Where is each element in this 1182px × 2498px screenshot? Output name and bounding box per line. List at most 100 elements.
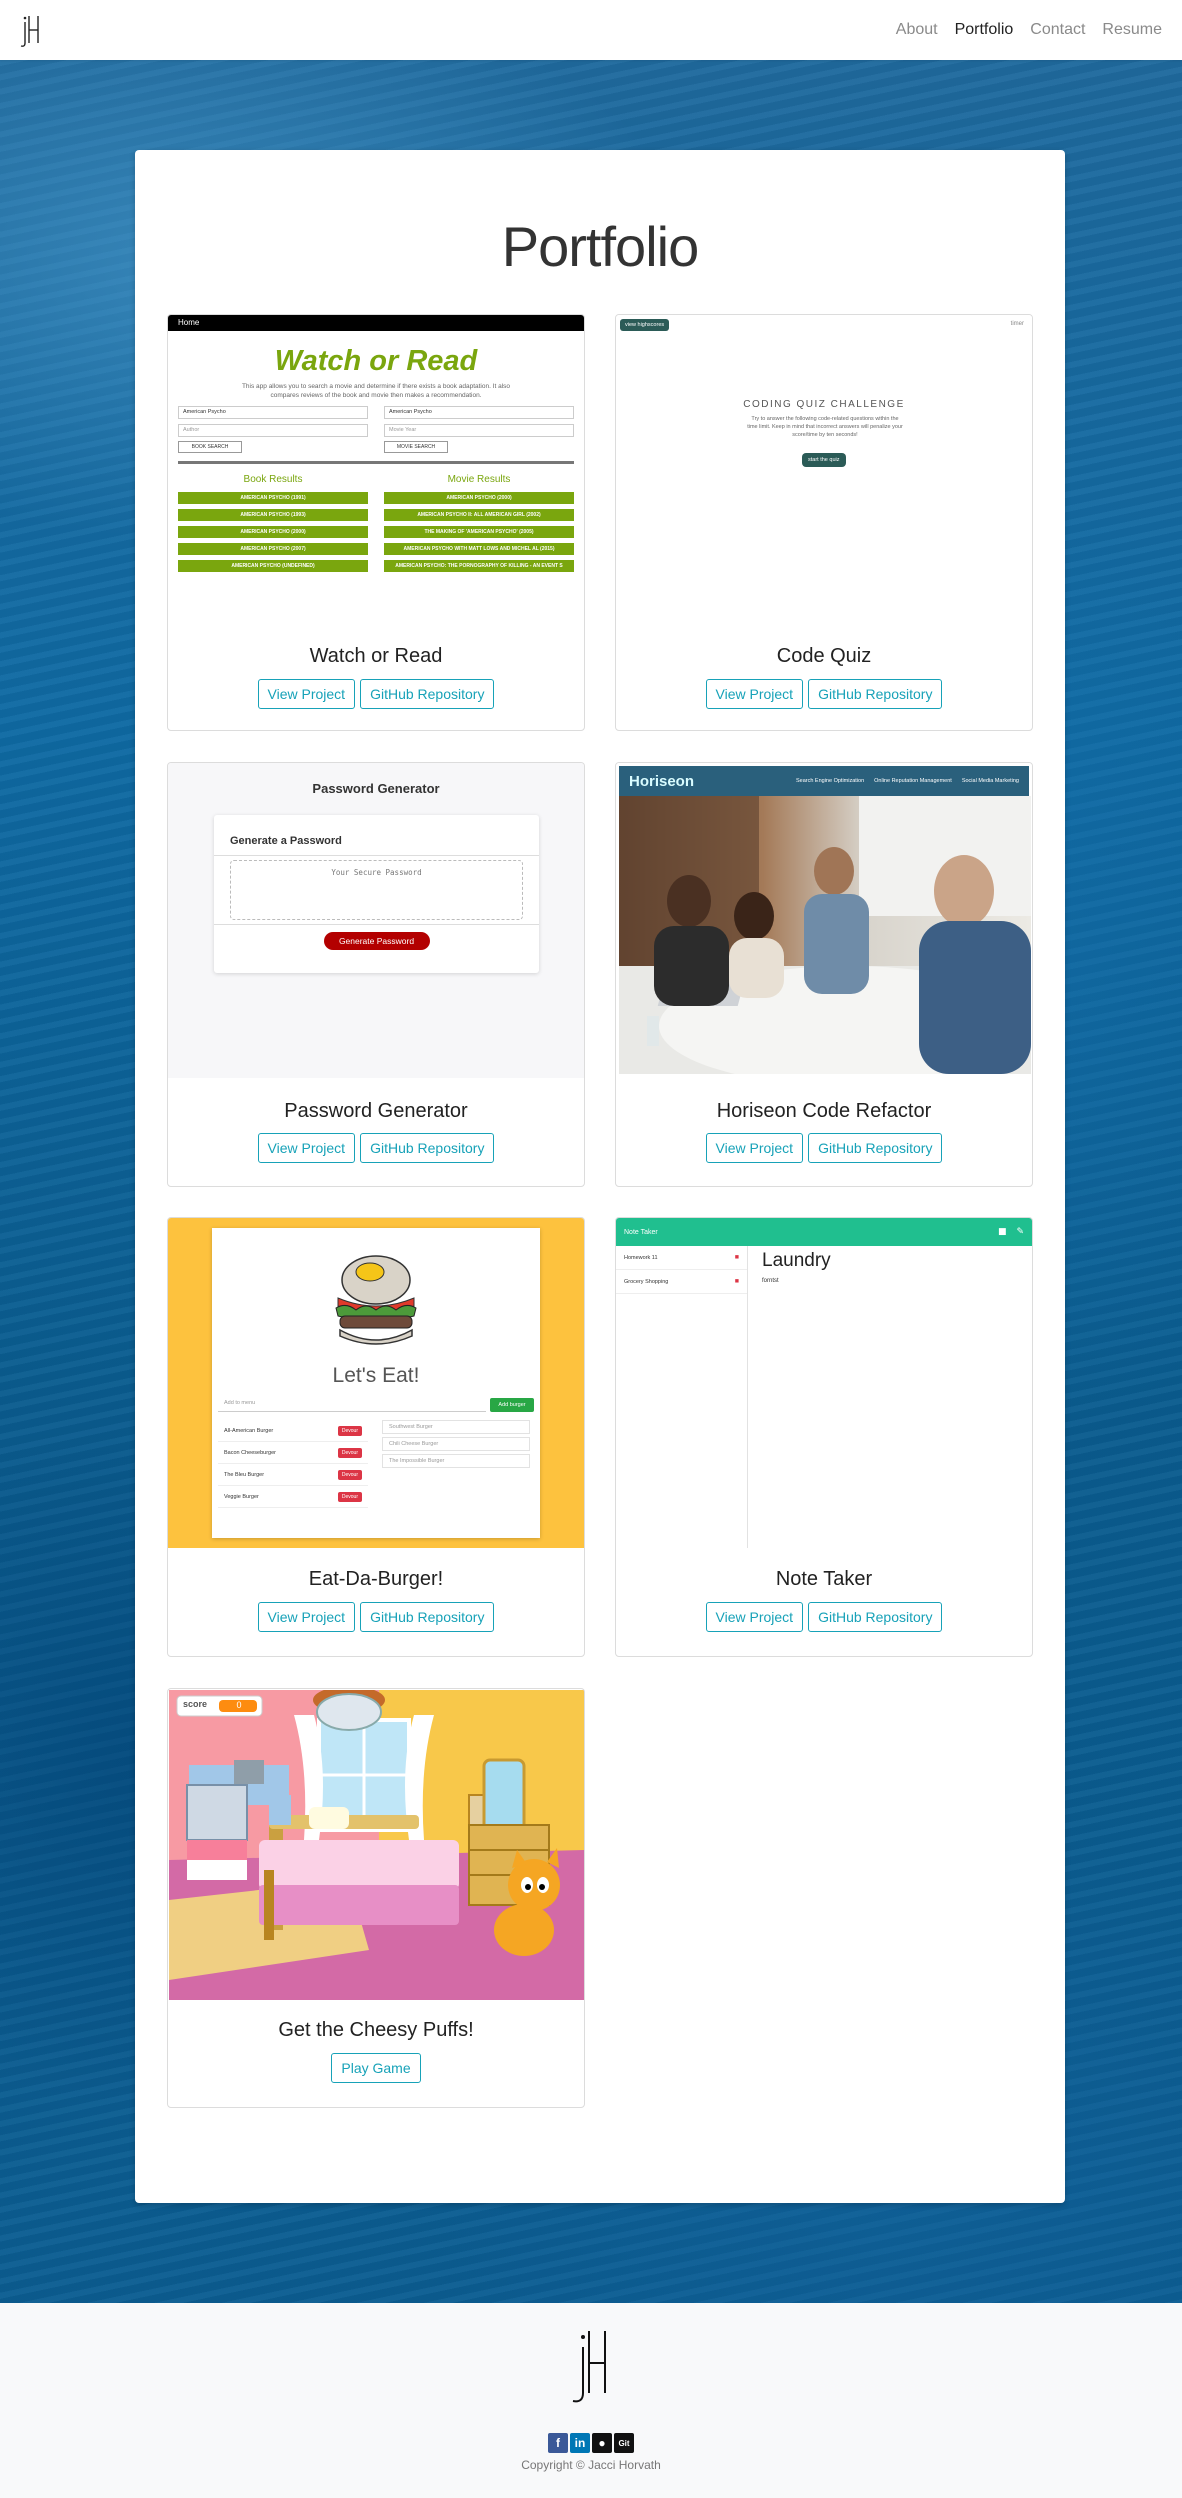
preview-password-heading: Password Generator: [312, 781, 440, 796]
preview-burger-input: Add to menu: [218, 1400, 486, 1412]
trash-icon: ■: [734, 1278, 739, 1285]
view-project-button[interactable]: View Project: [705, 679, 804, 709]
preview-devour-button: Devour: [337, 1447, 362, 1458]
preview-quiz-text: Try to answer the following code-related…: [747, 416, 903, 438]
preview-devour-button: Devour: [337, 1425, 362, 1436]
preview-heading: Watch or Read: [274, 345, 478, 377]
preview-horiseon-links: Search Engine Optimization Online Reputa…: [796, 778, 1019, 784]
watch-or-read-thumbnail: Home Watch or Read This app allows you t…: [168, 315, 584, 615]
preview-book-button: BOOK SEARCH: [178, 441, 242, 453]
project-card-eat-da-burger: Let's Eat! Add to menu Add burger All-Am…: [167, 1217, 585, 1657]
preview-password-textarea: Your Secure Password: [230, 860, 523, 920]
github-repository-button[interactable]: GitHub Repository: [808, 1133, 943, 1163]
nav-links: About Portfolio Contact Resume: [896, 21, 1162, 39]
preview-note-title: Laundry: [762, 1250, 831, 1271]
github-icon[interactable]: ●: [592, 2433, 612, 2453]
github-repository-button[interactable]: GitHub Repository: [808, 1602, 943, 1632]
preview-add-burger-button: Add burger: [490, 1398, 534, 1412]
password-generator-thumbnail: Password Generator Generate a Password Y…: [168, 763, 584, 1078]
project-buttons: View Project GitHub Repository: [168, 679, 584, 709]
save-icon: ■: [997, 1227, 1007, 1237]
project-buttons: Play Game: [168, 2053, 584, 2083]
preview-book-result: AMERICAN PSYCHO (2007): [178, 543, 368, 555]
project-card-password-generator: Password Generator Generate a Password Y…: [167, 762, 585, 1187]
preview-burger-name: Bacon Cheeseburger: [224, 1449, 276, 1456]
view-project-button[interactable]: View Project: [257, 1602, 356, 1632]
footer-logo: [0, 2325, 1182, 2405]
git-icon[interactable]: Git: [614, 2433, 634, 2453]
view-project-button[interactable]: View Project: [257, 1133, 356, 1163]
preview-burger-page: Let's Eat! Add to menu Add burger All-Am…: [212, 1228, 540, 1538]
preview-book-input: American Psycho: [178, 406, 368, 419]
horiseon-thumbnail: Horiseon Search Engine Optimization Onli…: [616, 763, 1032, 1078]
project-buttons: View Project GitHub Repository: [616, 1602, 1032, 1632]
code-quiz-thumbnail: view highscores timer CODING QUIZ CHALLE…: [616, 315, 1032, 615]
preview-book-result: AMERICAN PSYCHO (UNDEFINED): [178, 560, 368, 572]
preview-note-item: Grocery Shopping: [624, 1278, 669, 1285]
preview-burger-name: All-American Burger: [224, 1427, 274, 1434]
brand-logo[interactable]: [20, 13, 42, 47]
nav-contact[interactable]: Contact: [1030, 21, 1085, 39]
github-repository-button[interactable]: GitHub Repository: [808, 679, 943, 709]
preview-book-author: Author: [178, 424, 368, 437]
project-title: Code Quiz: [776, 645, 872, 667]
preview-score-label: score: [183, 1699, 208, 1709]
preview-devoured-item: The Impossible Burger: [382, 1454, 530, 1468]
view-project-button[interactable]: View Project: [257, 679, 356, 709]
preview-movie-result: AMERICAN PSYCHO (2000): [384, 492, 574, 504]
preview-movie-year: Movie Year: [384, 424, 574, 437]
project-card-note-taker: Note Taker ■ ✎ Homework 11 ■ Grocery Shop…: [615, 1217, 1033, 1657]
preview-burger-name: Veggie Burger: [224, 1493, 259, 1500]
preview-devour-button: Devour: [337, 1491, 362, 1502]
nav-resume[interactable]: Resume: [1102, 21, 1162, 39]
preview-book-result: AMERICAN PSYCHO (1991): [178, 492, 368, 504]
jh-logo-icon: [572, 2331, 606, 2403]
github-repository-button[interactable]: GitHub Repository: [360, 679, 495, 709]
preview-topbar: Home: [168, 315, 584, 331]
preview-horiseon-link: Search Engine Optimization: [795, 778, 865, 784]
preview-movie-results-label: Movie Results: [447, 474, 511, 485]
preview-movie-button: MOVIE SEARCH: [384, 441, 448, 453]
preview-devour-button: Devour: [337, 1469, 362, 1480]
project-card-watch-or-read: Home Watch or Read This app allows you t…: [167, 314, 585, 731]
nav-portfolio[interactable]: Portfolio: [955, 21, 1014, 39]
preview-note-app-title: Note Taker: [624, 1228, 658, 1236]
preview-burger-menu: All-American Burger Devour Bacon Cheesebu…: [218, 1420, 368, 1508]
github-repository-button[interactable]: GitHub Repository: [360, 1133, 495, 1163]
project-title: Password Generator: [284, 1100, 468, 1122]
burger-illustration-icon: [335, 1255, 417, 1345]
preview-devoured-item: Chili Cheese Burger: [382, 1437, 530, 1451]
preview-note-body: forntst: [762, 1278, 779, 1284]
project-buttons: View Project GitHub Repository: [616, 679, 1032, 709]
preview-book-result: AMERICAN PSYCHO (1993): [178, 509, 368, 521]
preview-devoured-item: Southwest Burger: [382, 1420, 530, 1434]
cheesy-puffs-thumbnail: score 0: [169, 1690, 584, 2000]
preview-book-results-label: Book Results: [243, 474, 303, 485]
preview-horiseon-brand: Horiseon: [629, 772, 695, 790]
preview-timer: timer: [1010, 321, 1024, 327]
preview-score-value: 0: [236, 1700, 242, 1710]
view-project-button[interactable]: View Project: [705, 1602, 804, 1632]
preview-movie-result: AMERICAN PSYCHO: THE PORNOGRAPHY OF KILL…: [384, 560, 574, 572]
play-game-button[interactable]: Play Game: [331, 2053, 421, 2083]
project-card-horiseon: Horiseon Search Engine Optimization Onli…: [615, 762, 1033, 1187]
view-project-button[interactable]: View Project: [705, 1133, 804, 1163]
project-title: Watch or Read: [309, 645, 443, 667]
github-repository-button[interactable]: GitHub Repository: [360, 1602, 495, 1632]
project-buttons: View Project GitHub Repository: [168, 1133, 584, 1163]
facebook-icon[interactable]: f: [548, 2433, 568, 2453]
preview-start-button: start the quiz: [802, 453, 846, 467]
preview-horiseon-link: Social Media Marketing: [961, 778, 1019, 784]
nav-about[interactable]: About: [896, 21, 938, 39]
preview-search-forms: American Psycho Author BOOK SEARCH Ameri…: [168, 400, 584, 453]
copyright-text: Copyright © Jacci Horvath: [521, 2458, 661, 2472]
preview-note-list: Homework 11 ■ Grocery Shopping ■: [616, 1246, 748, 1548]
preview-intro: This app allows you to search a movie an…: [241, 383, 511, 399]
preview-horiseon-link: Online Reputation Management: [874, 778, 952, 784]
jh-logo-icon: [20, 16, 39, 47]
page-title: Portfolio: [501, 215, 699, 278]
linkedin-icon[interactable]: in: [570, 2433, 590, 2453]
project-buttons: View Project GitHub Repository: [616, 1133, 1032, 1163]
preview-note-header: Note Taker ■ ✎: [616, 1218, 1032, 1246]
preview-results: Book Results AMERICAN PSYCHO (1991) AMERI…: [168, 464, 584, 577]
